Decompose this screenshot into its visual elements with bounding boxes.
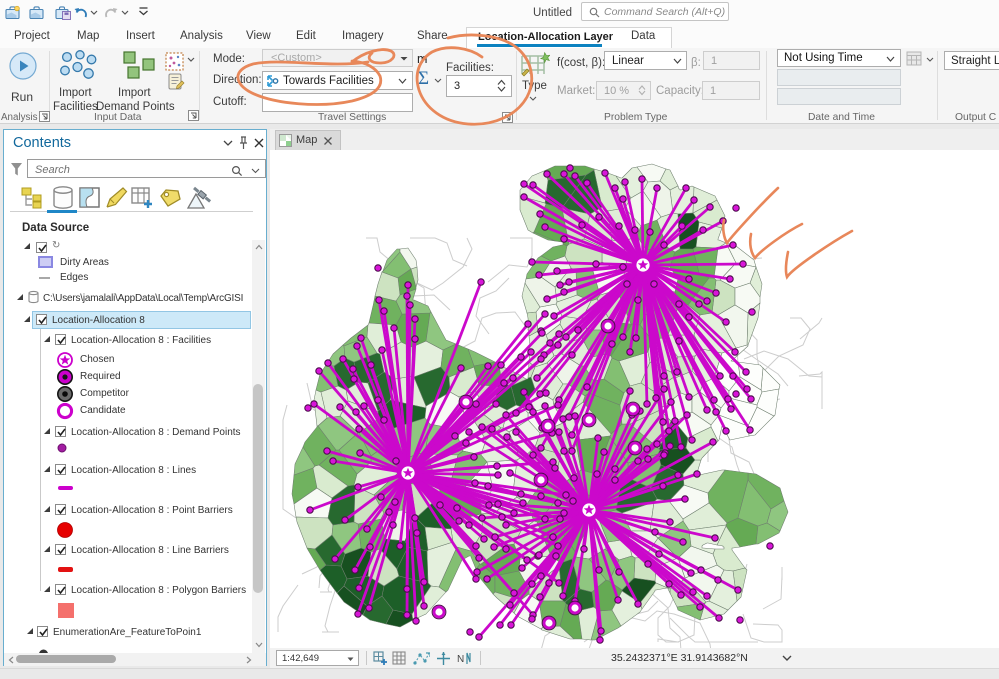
svg-text:N: N <box>457 654 464 665</box>
